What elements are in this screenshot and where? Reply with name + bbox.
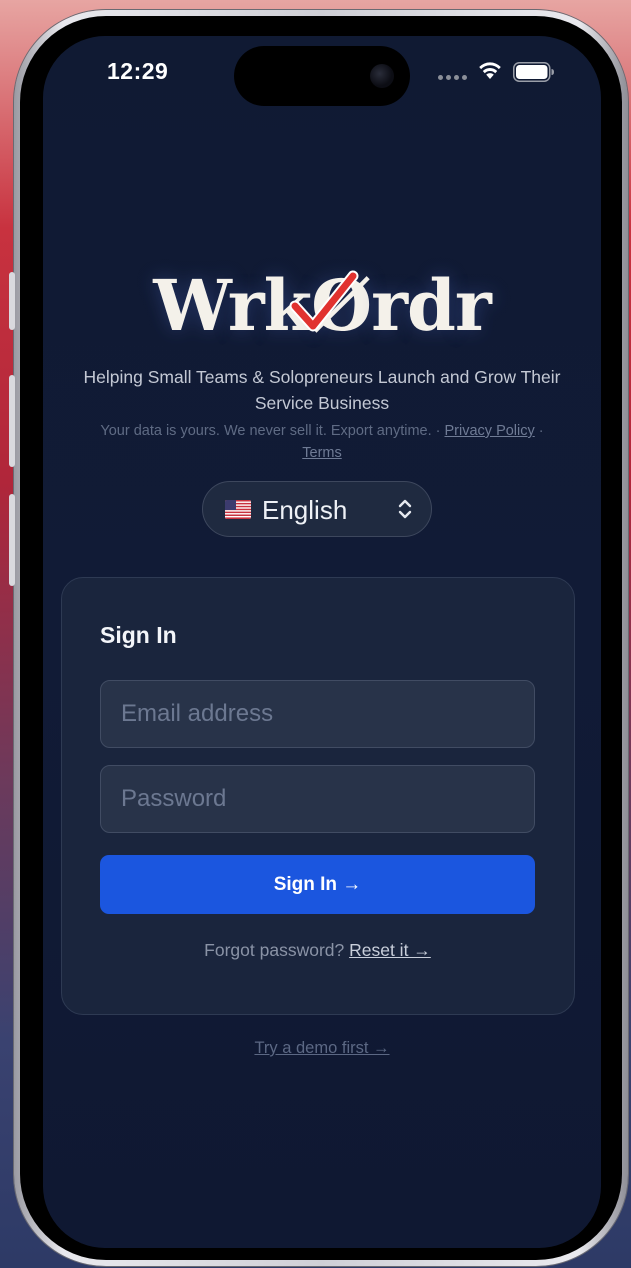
volume-down-button bbox=[9, 494, 15, 586]
action-button bbox=[9, 272, 15, 330]
logo-text-left: Wrk bbox=[153, 264, 312, 347]
demo-section: Try a demo first → bbox=[43, 1039, 601, 1058]
language-label: English bbox=[262, 495, 348, 525]
try-demo-link[interactable]: Try a demo first → bbox=[254, 1039, 389, 1057]
volume-up-button bbox=[9, 375, 15, 467]
password-field[interactable] bbox=[100, 765, 535, 833]
app-logo: WrkØrdr bbox=[43, 264, 601, 347]
email-field[interactable] bbox=[100, 680, 535, 748]
camera-icon bbox=[370, 64, 394, 88]
forgot-password: Forgot password? Reset it → bbox=[62, 940, 573, 961]
dynamic-island bbox=[234, 46, 410, 106]
forgot-text: Forgot password? bbox=[204, 940, 350, 960]
status-time: 12:29 bbox=[107, 58, 169, 84]
signin-button[interactable]: Sign In → bbox=[100, 855, 535, 914]
chevron-up-down-icon bbox=[398, 499, 412, 519]
phone-screen: 12:29 WrkØrdr Helping Small Teams & Solo… bbox=[43, 36, 601, 1248]
separator: · bbox=[534, 423, 544, 439]
privacy-text: Your data is yours. We never sell it. Ex… bbox=[100, 423, 445, 439]
language-select[interactable]: English bbox=[202, 481, 432, 537]
signin-card: Sign In Sign In → Forgot password? Reset… bbox=[61, 577, 575, 1015]
battery-icon bbox=[513, 62, 554, 82]
wifi-icon bbox=[479, 62, 501, 79]
privacy-policy-link[interactable]: Privacy Policy bbox=[445, 423, 535, 439]
us-flag-icon bbox=[225, 500, 251, 519]
tagline: Helping Small Teams & Solopreneurs Launc… bbox=[83, 367, 561, 413]
checkmark-icon bbox=[289, 270, 359, 332]
terms-link[interactable]: Terms bbox=[302, 445, 341, 461]
logo-text-right: rdr bbox=[371, 264, 492, 347]
reset-password-link[interactable]: Reset it → bbox=[349, 940, 431, 960]
signin-title: Sign In bbox=[100, 622, 177, 648]
cellular-signal-icon bbox=[438, 75, 467, 80]
privacy-notice: Your data is yours. We never sell it. Ex… bbox=[83, 420, 561, 464]
